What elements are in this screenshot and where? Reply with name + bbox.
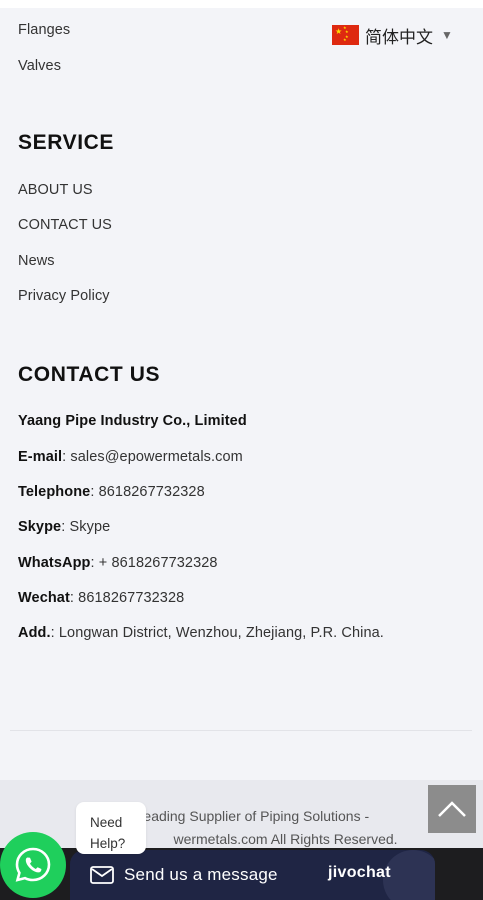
whatsapp-icon [15, 847, 51, 882]
send-message-label: Send us a message [124, 865, 278, 884]
contact-address-value: : Longwan District, Wenzhou, Zhejiang, P… [50, 625, 384, 641]
contact-heading: CONTACT US [18, 363, 161, 386]
footer-link-flanges[interactable]: Flanges [18, 22, 70, 38]
contact-email-label: E-mail [18, 449, 63, 465]
contact-wechat-row: Wechat: 8618267732328 [18, 590, 184, 606]
back-to-top-button[interactable] [428, 785, 476, 833]
contact-telephone-label: Telephone [18, 484, 91, 500]
china-flag-icon: ★ ★ ★ ★ ★ [332, 25, 359, 45]
contact-address-label: Add. [18, 625, 51, 641]
copyright-line-2: wermetals.com All Rights Reserved. [173, 831, 398, 847]
contact-skype-row: Skype: Skype [18, 519, 110, 535]
need-help-bubble[interactable]: Need Help? [76, 802, 146, 854]
language-label: 简体中文 [365, 27, 433, 48]
service-heading: SERVICE [18, 131, 115, 154]
contact-wechat-label: Wechat [18, 590, 70, 606]
company-name: Yaang Pipe Industry Co., Limited [18, 413, 247, 429]
contact-telephone-value[interactable]: : 8618267732328 [90, 484, 204, 500]
contact-email-value[interactable]: : sales@epowermetals.com [62, 449, 243, 465]
contact-whatsapp-row: WhatsApp: + 8618267732328 [18, 555, 218, 571]
contact-telephone-row: Telephone: 8618267732328 [18, 484, 205, 500]
contact-wechat-value: : 8618267732328 [69, 590, 185, 606]
footer-link-contact-us[interactable]: CONTACT US [18, 217, 112, 233]
footer-link-about-us[interactable]: ABOUT US [18, 182, 93, 198]
language-selector[interactable]: ★ ★ ★ ★ ★ 简体中文 ▼ [332, 22, 453, 48]
caret-down-icon: ▼ [441, 28, 453, 42]
contact-address-row: Add.: Longwan District, Wenzhou, Zhejian… [18, 625, 384, 641]
jivochat-logo: jivochat [328, 864, 391, 881]
footer-divider [10, 730, 472, 731]
contact-skype-value[interactable]: : Skype [61, 519, 110, 535]
footer-link-privacy-policy[interactable]: Privacy Policy [18, 288, 110, 304]
mail-icon [90, 866, 114, 884]
need-help-line-1: Need [90, 815, 123, 830]
jivochat-send-message-button[interactable]: Send us a message jivochat [70, 850, 435, 900]
footer-link-valves[interactable]: Valves [18, 58, 61, 74]
contact-whatsapp-label: WhatsApp [18, 555, 91, 571]
chevron-up-icon [438, 801, 466, 817]
need-help-line-2: Help? [90, 836, 126, 851]
contact-email-row: E-mail: sales@epowermetals.com [18, 449, 243, 465]
contact-whatsapp-value[interactable]: : + 8618267732328 [91, 555, 218, 571]
footer-link-news[interactable]: News [18, 253, 55, 269]
contact-skype-label: Skype [18, 519, 62, 535]
whatsapp-button[interactable] [0, 832, 66, 898]
copyright-line-1: Co Leading Supplier of Piping Solutions … [113, 808, 370, 824]
